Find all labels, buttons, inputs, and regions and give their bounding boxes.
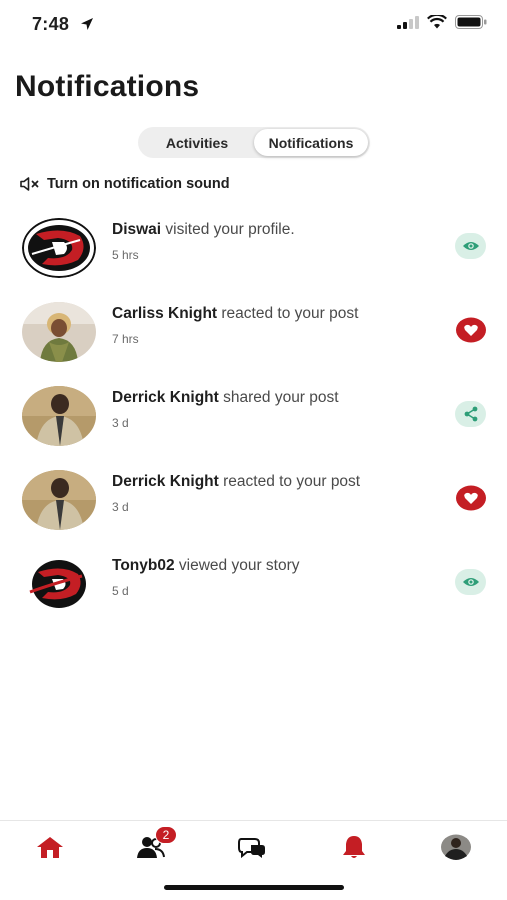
notification-user-name[interactable]: Carliss Knight: [112, 305, 217, 322]
segmented-tabs: Activities Notifications: [138, 127, 370, 158]
diswai-logo-icon: [22, 554, 96, 614]
notification-text: Derrick Knight shared your post: [112, 389, 442, 407]
notification-action: viewed your story: [174, 557, 300, 574]
speaker-muted-icon: [20, 177, 39, 191]
notification-action: reacted to your post: [218, 473, 361, 490]
friends-badge: 2: [155, 826, 177, 844]
notification-user-name[interactable]: Tonyb02: [112, 557, 175, 574]
location-arrow-icon: [81, 18, 93, 30]
page-title: Notifications: [15, 70, 200, 103]
avatar[interactable]: [22, 470, 96, 530]
share-icon[interactable]: [455, 401, 486, 427]
notification-item[interactable]: Derrick Knight shared your post 3 d: [0, 386, 507, 470]
notification-text: Derrick Knight reacted to your post: [112, 473, 442, 491]
notification-user-name[interactable]: Diswai: [112, 221, 161, 238]
status-time: 7:48: [32, 14, 70, 34]
notification-time: 5 d: [112, 584, 129, 598]
notification-item[interactable]: Carliss Knight reacted to your post 7 hr…: [0, 302, 507, 386]
notification-action: shared your post: [218, 389, 339, 406]
notification-sound-label: Turn on notification sound: [47, 176, 230, 192]
bell-icon[interactable]: [334, 831, 374, 863]
diswai-logo-icon: [22, 218, 96, 278]
eye-icon[interactable]: [455, 569, 486, 595]
status-indicators: [397, 15, 487, 29]
notification-time: 5 hrs: [112, 248, 139, 262]
notification-user-name[interactable]: Derrick Knight: [112, 473, 219, 490]
status-bar: 7:48: [0, 0, 507, 50]
notification-item[interactable]: Tonyb02 viewed your story 5 d: [0, 554, 507, 638]
notification-item[interactable]: Diswai visited your profile. 5 hrs: [0, 218, 507, 302]
profile-photo-icon: [22, 302, 96, 362]
avatar[interactable]: [22, 218, 96, 278]
eye-icon[interactable]: [455, 233, 486, 259]
chat-icon[interactable]: [232, 831, 272, 863]
home-indicator: [164, 885, 344, 890]
battery-icon: [455, 15, 487, 29]
notification-action: reacted to your post: [217, 305, 359, 322]
profile-photo-icon: [22, 386, 96, 446]
notification-text: Carliss Knight reacted to your post: [112, 305, 442, 323]
notification-time: 3 d: [112, 416, 129, 430]
notification-time: 3 d: [112, 500, 129, 514]
notification-time: 7 hrs: [112, 332, 139, 346]
profile-avatar[interactable]: [436, 831, 476, 863]
heart-icon[interactable]: [455, 317, 486, 343]
tab-activities[interactable]: Activities: [140, 129, 254, 156]
notification-text: Tonyb02 viewed your story: [112, 557, 442, 575]
avatar[interactable]: [22, 554, 96, 614]
notification-text: Diswai visited your profile.: [112, 221, 442, 239]
notification-sound-toggle[interactable]: Turn on notification sound: [19, 176, 230, 192]
avatar[interactable]: [22, 386, 96, 446]
notification-item[interactable]: Derrick Knight reacted to your post 3 d: [0, 470, 507, 554]
notification-user-name[interactable]: Derrick Knight: [112, 389, 219, 406]
signal-icon: [397, 15, 419, 29]
home-icon[interactable]: [30, 831, 70, 863]
wifi-icon: [427, 15, 447, 29]
heart-icon[interactable]: [455, 485, 486, 511]
avatar[interactable]: [22, 302, 96, 362]
tab-notifications[interactable]: Notifications: [254, 129, 368, 156]
profile-photo-icon: [22, 470, 96, 530]
notification-action: visited your profile.: [161, 221, 295, 238]
